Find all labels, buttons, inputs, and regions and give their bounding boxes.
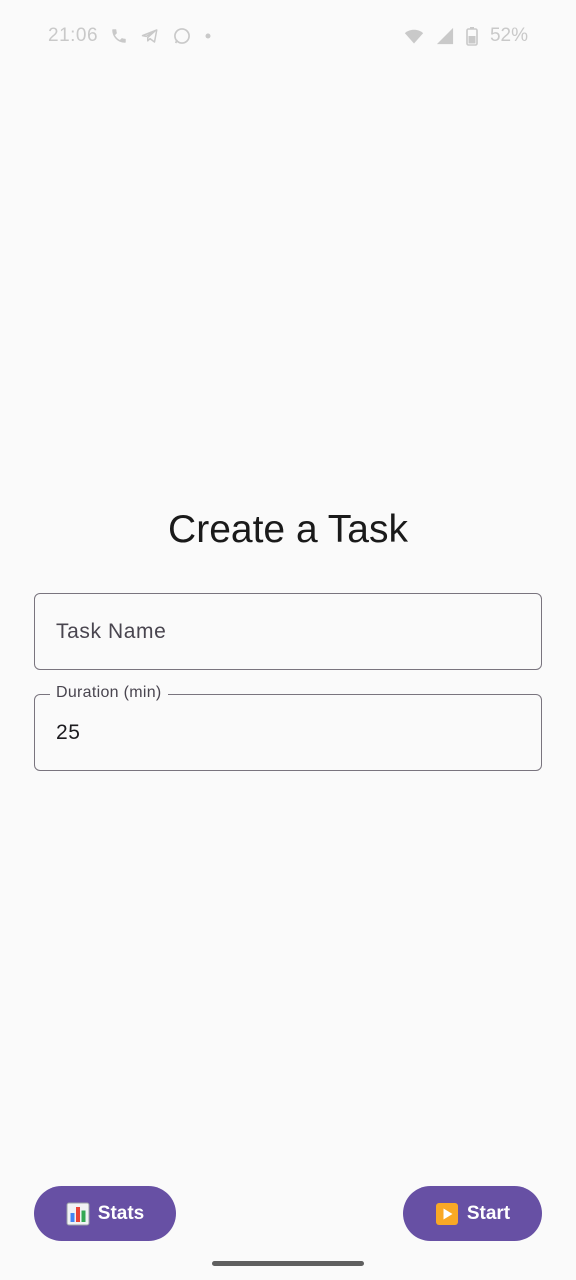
duration-input[interactable] (35, 695, 541, 770)
task-name-input[interactable] (35, 594, 541, 669)
navigation-handle[interactable] (212, 1261, 364, 1266)
start-label: Start (466, 1202, 511, 1224)
page-title: Create a Task (168, 508, 408, 551)
duration-field[interactable]: Duration (min) (34, 684, 542, 771)
whatsapp-icon (172, 26, 192, 46)
status-left: 21:06 (48, 25, 212, 47)
signal-icon (436, 27, 454, 45)
telegram-icon (140, 27, 160, 45)
stats-label: Stats (97, 1202, 145, 1224)
status-right: 52% (404, 25, 528, 47)
status-time: 21:06 (48, 25, 99, 46)
stats-button[interactable]: Stats (34, 1186, 176, 1241)
start-button[interactable]: Start (403, 1186, 542, 1241)
status-bar: 21:06 52% (0, 0, 576, 72)
bar-chart-icon (66, 1202, 90, 1226)
screen: 21:06 52% Create a Task Task Name Durati… (0, 0, 576, 1280)
wifi-icon (404, 27, 424, 45)
dot-icon (204, 32, 212, 40)
battery-icon (466, 26, 478, 46)
battery-percent: 52% (489, 25, 528, 46)
task-name-field[interactable] (34, 593, 542, 670)
play-icon (435, 1202, 459, 1226)
phone-icon (110, 27, 128, 45)
